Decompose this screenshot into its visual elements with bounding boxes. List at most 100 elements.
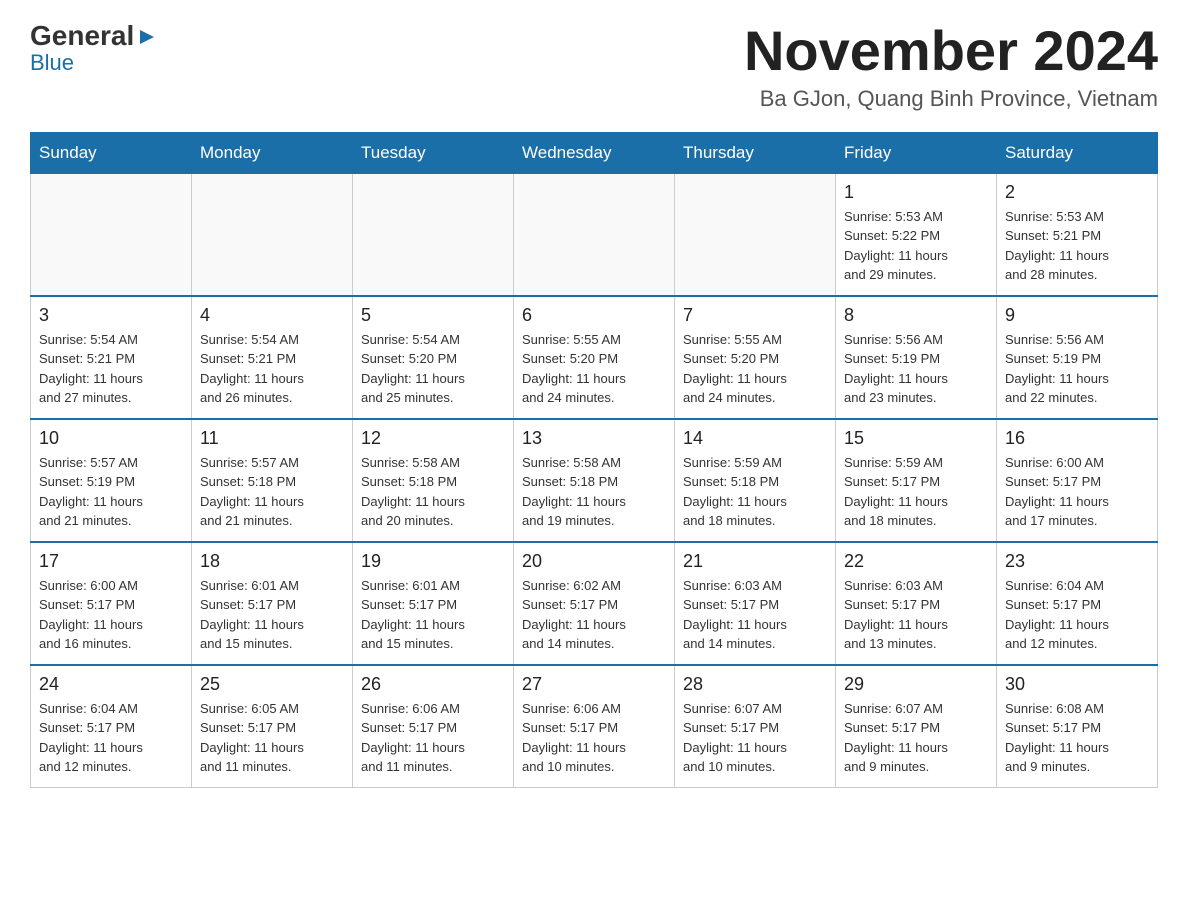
day-number: 3	[39, 305, 183, 326]
day-number: 19	[361, 551, 505, 572]
day-info: Sunrise: 5:53 AMSunset: 5:21 PMDaylight:…	[1005, 207, 1149, 285]
day-info: Sunrise: 5:59 AMSunset: 5:18 PMDaylight:…	[683, 453, 827, 531]
day-info: Sunrise: 5:57 AMSunset: 5:19 PMDaylight:…	[39, 453, 183, 531]
day-info: Sunrise: 6:04 AMSunset: 5:17 PMDaylight:…	[1005, 576, 1149, 654]
day-number: 26	[361, 674, 505, 695]
logo-general: General	[30, 20, 134, 52]
day-number: 28	[683, 674, 827, 695]
day-info: Sunrise: 6:03 AMSunset: 5:17 PMDaylight:…	[683, 576, 827, 654]
day-number: 23	[1005, 551, 1149, 572]
logo: General Blue	[30, 20, 158, 76]
calendar-cell: 29Sunrise: 6:07 AMSunset: 5:17 PMDayligh…	[836, 665, 997, 788]
day-info: Sunrise: 5:53 AMSunset: 5:22 PMDaylight:…	[844, 207, 988, 285]
day-number: 5	[361, 305, 505, 326]
calendar-cell	[514, 173, 675, 296]
day-number: 16	[1005, 428, 1149, 449]
day-info: Sunrise: 5:54 AMSunset: 5:21 PMDaylight:…	[200, 330, 344, 408]
day-info: Sunrise: 6:02 AMSunset: 5:17 PMDaylight:…	[522, 576, 666, 654]
day-number: 27	[522, 674, 666, 695]
calendar-cell: 15Sunrise: 5:59 AMSunset: 5:17 PMDayligh…	[836, 419, 997, 542]
day-number: 12	[361, 428, 505, 449]
day-number: 7	[683, 305, 827, 326]
day-info: Sunrise: 6:00 AMSunset: 5:17 PMDaylight:…	[39, 576, 183, 654]
calendar-cell: 8 Sunrise: 5:56 AMSunset: 5:19 PMDaylight…	[836, 296, 997, 419]
calendar-cell: 21 Sunrise: 6:03 AMSunset: 5:17 PMDayligh…	[675, 542, 836, 665]
day-info: Sunrise: 5:55 AMSunset: 5:20 PMDaylight:…	[683, 330, 827, 408]
calendar-cell: 2 Sunrise: 5:53 AMSunset: 5:21 PMDaylight…	[997, 173, 1158, 296]
calendar-cell: 12 Sunrise: 5:58 AMSunset: 5:18 PMDayligh…	[353, 419, 514, 542]
day-info: Sunrise: 5:56 AMSunset: 5:19 PMDaylight:…	[1005, 330, 1149, 408]
weekday-header-tuesday: Tuesday	[353, 132, 514, 173]
calendar-cell: 23 Sunrise: 6:04 AMSunset: 5:17 PMDayligh…	[997, 542, 1158, 665]
day-info: Sunrise: 5:58 AMSunset: 5:18 PMDaylight:…	[522, 453, 666, 531]
calendar-cell: 27Sunrise: 6:06 AMSunset: 5:17 PMDayligh…	[514, 665, 675, 788]
calendar-week-row: 24Sunrise: 6:04 AMSunset: 5:17 PMDayligh…	[31, 665, 1158, 788]
day-number: 15	[844, 428, 988, 449]
day-info: Sunrise: 5:58 AMSunset: 5:18 PMDaylight:…	[361, 453, 505, 531]
calendar-week-row: 17 Sunrise: 6:00 AMSunset: 5:17 PMDayligh…	[31, 542, 1158, 665]
logo-blue: Blue	[30, 50, 74, 76]
day-info: Sunrise: 6:07 AMSunset: 5:17 PMDaylight:…	[844, 699, 988, 777]
day-number: 13	[522, 428, 666, 449]
day-info: Sunrise: 6:04 AMSunset: 5:17 PMDaylight:…	[39, 699, 183, 777]
calendar-cell: 1 Sunrise: 5:53 AMSunset: 5:22 PMDaylight…	[836, 173, 997, 296]
day-info: Sunrise: 6:00 AMSunset: 5:17 PMDaylight:…	[1005, 453, 1149, 531]
day-number: 30	[1005, 674, 1149, 695]
page-header: General Blue November 2024 Ba GJon, Quan…	[30, 20, 1158, 112]
day-info: Sunrise: 5:56 AMSunset: 5:19 PMDaylight:…	[844, 330, 988, 408]
day-number: 17	[39, 551, 183, 572]
calendar-cell: 16 Sunrise: 6:00 AMSunset: 5:17 PMDayligh…	[997, 419, 1158, 542]
day-number: 2	[1005, 182, 1149, 203]
day-number: 6	[522, 305, 666, 326]
calendar-cell: 6Sunrise: 5:55 AMSunset: 5:20 PMDaylight…	[514, 296, 675, 419]
day-info: Sunrise: 6:08 AMSunset: 5:17 PMDaylight:…	[1005, 699, 1149, 777]
calendar-cell: 14 Sunrise: 5:59 AMSunset: 5:18 PMDayligh…	[675, 419, 836, 542]
calendar-cell: 28 Sunrise: 6:07 AMSunset: 5:17 PMDayligh…	[675, 665, 836, 788]
day-number: 8	[844, 305, 988, 326]
calendar-cell: 4Sunrise: 5:54 AMSunset: 5:21 PMDaylight…	[192, 296, 353, 419]
weekday-header-monday: Monday	[192, 132, 353, 173]
calendar-cell: 18Sunrise: 6:01 AMSunset: 5:17 PMDayligh…	[192, 542, 353, 665]
day-number: 10	[39, 428, 183, 449]
calendar-week-row: 1 Sunrise: 5:53 AMSunset: 5:22 PMDaylight…	[31, 173, 1158, 296]
weekday-header-saturday: Saturday	[997, 132, 1158, 173]
day-info: Sunrise: 6:05 AMSunset: 5:17 PMDaylight:…	[200, 699, 344, 777]
weekday-header-friday: Friday	[836, 132, 997, 173]
calendar-cell: 20 Sunrise: 6:02 AMSunset: 5:17 PMDayligh…	[514, 542, 675, 665]
day-number: 14	[683, 428, 827, 449]
calendar-week-row: 10 Sunrise: 5:57 AMSunset: 5:19 PMDayligh…	[31, 419, 1158, 542]
calendar-header-row: SundayMondayTuesdayWednesdayThursdayFrid…	[31, 132, 1158, 173]
calendar-cell: 24Sunrise: 6:04 AMSunset: 5:17 PMDayligh…	[31, 665, 192, 788]
day-number: 21	[683, 551, 827, 572]
day-info: Sunrise: 5:54 AMSunset: 5:20 PMDaylight:…	[361, 330, 505, 408]
calendar-cell: 3 Sunrise: 5:54 AMSunset: 5:21 PMDaylight…	[31, 296, 192, 419]
calendar-week-row: 3 Sunrise: 5:54 AMSunset: 5:21 PMDaylight…	[31, 296, 1158, 419]
day-number: 18	[200, 551, 344, 572]
day-number: 22	[844, 551, 988, 572]
day-info: Sunrise: 6:03 AMSunset: 5:17 PMDaylight:…	[844, 576, 988, 654]
day-info: Sunrise: 6:07 AMSunset: 5:17 PMDaylight:…	[683, 699, 827, 777]
calendar-cell: 9 Sunrise: 5:56 AMSunset: 5:19 PMDaylight…	[997, 296, 1158, 419]
calendar-cell: 19Sunrise: 6:01 AMSunset: 5:17 PMDayligh…	[353, 542, 514, 665]
calendar-cell: 13 Sunrise: 5:58 AMSunset: 5:18 PMDayligh…	[514, 419, 675, 542]
calendar-cell: 11Sunrise: 5:57 AMSunset: 5:18 PMDayligh…	[192, 419, 353, 542]
day-number: 25	[200, 674, 344, 695]
calendar-cell	[31, 173, 192, 296]
calendar-cell: 5 Sunrise: 5:54 AMSunset: 5:20 PMDaylight…	[353, 296, 514, 419]
weekday-header-sunday: Sunday	[31, 132, 192, 173]
calendar-cell: 25 Sunrise: 6:05 AMSunset: 5:17 PMDayligh…	[192, 665, 353, 788]
calendar-cell: 26 Sunrise: 6:06 AMSunset: 5:17 PMDayligh…	[353, 665, 514, 788]
main-title: November 2024	[744, 20, 1158, 82]
calendar-cell: 10 Sunrise: 5:57 AMSunset: 5:19 PMDayligh…	[31, 419, 192, 542]
weekday-header-wednesday: Wednesday	[514, 132, 675, 173]
day-number: 1	[844, 182, 988, 203]
calendar-cell	[192, 173, 353, 296]
logo-flag	[136, 20, 158, 52]
subtitle: Ba GJon, Quang Binh Province, Vietnam	[744, 86, 1158, 112]
day-number: 20	[522, 551, 666, 572]
title-area: November 2024 Ba GJon, Quang Binh Provin…	[744, 20, 1158, 112]
day-info: Sunrise: 6:06 AMSunset: 5:17 PMDaylight:…	[361, 699, 505, 777]
day-number: 9	[1005, 305, 1149, 326]
weekday-header-thursday: Thursday	[675, 132, 836, 173]
day-info: Sunrise: 5:54 AMSunset: 5:21 PMDaylight:…	[39, 330, 183, 408]
